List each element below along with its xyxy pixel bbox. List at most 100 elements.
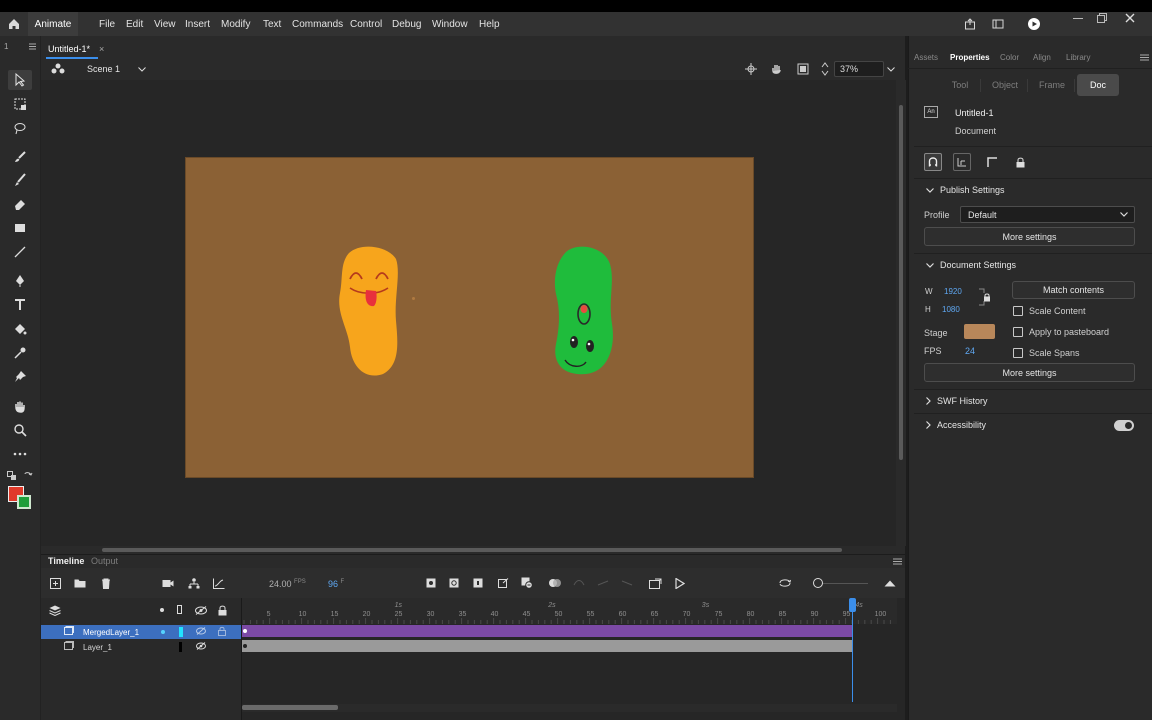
insert-blank-keyframe-icon[interactable] <box>447 577 461 589</box>
magnet-snap-icon[interactable] <box>924 153 942 171</box>
scale-content-checkbox[interactable] <box>1013 306 1023 316</box>
subtab-doc[interactable]: Doc <box>1077 74 1119 96</box>
layer-name[interactable]: MergedLayer_1 <box>83 628 139 637</box>
pen-tool-icon[interactable] <box>8 271 32 291</box>
menu-edit[interactable]: Edit <box>126 12 143 36</box>
timeline-zoom-slider-track[interactable] <box>823 583 868 584</box>
rectangle-tool-icon[interactable] <box>8 218 32 238</box>
insert-frame-icon[interactable] <box>471 577 485 589</box>
insert-keyframe-icon[interactable] <box>424 577 438 589</box>
graph-icon[interactable] <box>212 577 226 589</box>
app-name[interactable]: Animate <box>28 12 78 36</box>
share-icon[interactable] <box>962 16 978 32</box>
layer-visibility-icon[interactable] <box>196 642 206 650</box>
zoom-dropdown-chevron-icon[interactable] <box>885 64 897 74</box>
timeline-menu-icon[interactable] <box>891 557 903 565</box>
outline-layers-icon[interactable] <box>177 605 182 614</box>
playhead-handle[interactable] <box>849 598 856 612</box>
document-edges-icon[interactable] <box>983 153 1001 171</box>
text-tool-icon[interactable] <box>8 295 32 315</box>
highlight-layers-icon[interactable] <box>160 608 164 612</box>
scale-spans-checkbox[interactable] <box>1013 348 1023 358</box>
default-colors-icon[interactable] <box>6 470 18 482</box>
tab-align[interactable]: Align <box>1033 48 1051 66</box>
delete-layer-icon[interactable] <box>99 577 113 589</box>
home-icon[interactable] <box>4 14 24 34</box>
profile-select[interactable]: Default <box>960 206 1135 223</box>
brush-tool-icon[interactable] <box>8 170 32 190</box>
layer-span-mergedlayer-1[interactable] <box>242 625 852 637</box>
link-dimensions-icon[interactable] <box>977 286 991 308</box>
menu-view[interactable]: View <box>154 12 176 36</box>
menu-window[interactable]: Window <box>432 12 468 36</box>
clip-stage-icon[interactable] <box>796 62 810 76</box>
center-frame-icon[interactable] <box>778 577 792 589</box>
paint-brush-tool-icon[interactable] <box>8 147 32 167</box>
layer-parenting-icon[interactable] <box>187 577 201 589</box>
menu-debug[interactable]: Debug <box>392 12 421 36</box>
layer-visibility-icon[interactable] <box>196 627 206 635</box>
fps-field[interactable]: 24 <box>965 346 975 356</box>
menu-file[interactable]: File <box>99 12 115 36</box>
stage[interactable] <box>185 157 754 478</box>
subtab-frame[interactable]: Frame <box>1030 74 1074 96</box>
playhead[interactable] <box>852 598 853 702</box>
orange-character[interactable] <box>336 243 402 379</box>
lock-icon[interactable] <box>1011 153 1029 171</box>
menu-help[interactable]: Help <box>479 12 500 36</box>
timeline-horizontal-scrollbar[interactable] <box>242 704 897 712</box>
motion-tween-icon[interactable] <box>572 577 586 589</box>
loop-icon[interactable] <box>648 577 664 589</box>
onion-skin-icon[interactable] <box>547 576 563 590</box>
layer-outline-color[interactable] <box>179 627 183 637</box>
new-layer-icon[interactable] <box>48 577 62 589</box>
remove-frame-icon[interactable] <box>520 577 534 589</box>
scene-dropdown-chevron-icon[interactable] <box>136 64 148 74</box>
line-tool-icon[interactable] <box>8 242 32 262</box>
shape-tween-icon[interactable] <box>596 577 610 589</box>
accessibility-header[interactable]: Accessibility <box>926 420 986 430</box>
publish-settings-header[interactable]: Publish Settings <box>926 185 1005 195</box>
menu-modify[interactable]: Modify <box>221 12 250 36</box>
fps-display[interactable]: 24.00 FPS <box>269 579 306 589</box>
hide-layers-icon[interactable] <box>194 604 208 616</box>
selection-tool-icon[interactable] <box>8 70 32 90</box>
layer-lock-icon[interactable] <box>218 626 226 636</box>
workspace-icon[interactable] <box>990 16 1006 32</box>
scene-name[interactable]: Scene 1 <box>87 64 120 74</box>
tab-output[interactable]: Output <box>91 556 118 566</box>
eyedropper-tool-icon[interactable] <box>8 343 32 363</box>
menu-commands[interactable]: Commands <box>292 12 343 36</box>
zoom-input[interactable]: 37% <box>834 61 884 77</box>
width-value[interactable]: 1920 <box>944 287 962 296</box>
menu-control[interactable]: Control <box>350 12 382 36</box>
layer-row-mergedlayer-1[interactable]: MergedLayer_1 <box>41 625 241 639</box>
hand-tool-icon[interactable] <box>8 396 32 416</box>
subtab-tool[interactable]: Tool <box>940 74 980 96</box>
layer-row-layer-1[interactable]: Layer_1 <box>41 640 241 654</box>
more-tools-icon[interactable] <box>8 444 32 464</box>
restore-icon[interactable] <box>1094 12 1110 24</box>
keyframe[interactable] <box>243 644 247 648</box>
eraser-tool-icon[interactable] <box>8 194 32 214</box>
stage-vertical-scroll-thumb[interactable] <box>899 105 903 460</box>
timeline-zoom-slider-knob[interactable] <box>813 578 823 588</box>
timeline-scroll-thumb[interactable] <box>242 705 338 710</box>
layer-outline-color[interactable] <box>179 642 182 652</box>
height-value[interactable]: 1080 <box>942 305 960 314</box>
apply-to-pasteboard-checkbox[interactable] <box>1013 327 1023 337</box>
panel-menu-icon[interactable] <box>1138 53 1150 62</box>
test-movie-icon[interactable] <box>1026 16 1042 32</box>
document-settings-header[interactable]: Document Settings <box>926 260 1016 270</box>
edit-symbols-icon[interactable] <box>50 62 66 76</box>
tab-properties[interactable]: Properties <box>950 48 990 66</box>
tab-library[interactable]: Library <box>1066 48 1090 66</box>
edit-align-icon[interactable] <box>953 153 971 171</box>
accessibility-toggle[interactable] <box>1114 420 1134 431</box>
menu-text[interactable]: Text <box>263 12 281 36</box>
document-more-settings-button[interactable]: More settings <box>924 363 1135 382</box>
rotate-stage-icon[interactable] <box>769 62 785 76</box>
stage-color-swatch[interactable] <box>964 324 995 339</box>
swf-history-header[interactable]: SWF History <box>926 396 988 406</box>
menu-insert[interactable]: Insert <box>185 12 210 36</box>
